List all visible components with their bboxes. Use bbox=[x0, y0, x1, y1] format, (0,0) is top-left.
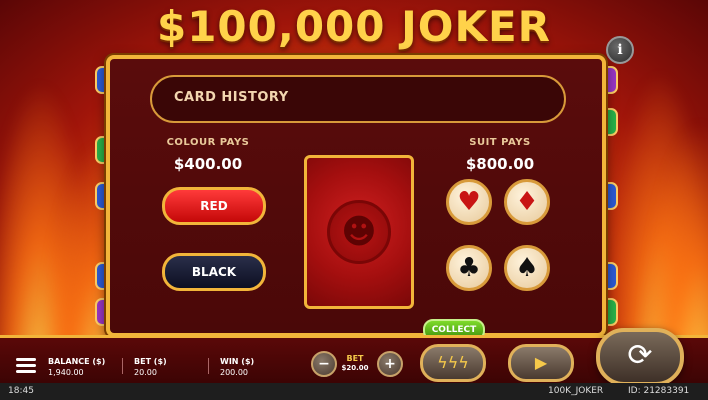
divider bbox=[208, 358, 209, 374]
status-bar: 18:45 100K_JOKER ID: 21283391 bbox=[0, 383, 708, 400]
game-code: 100K_JOKER bbox=[548, 386, 604, 396]
red-button[interactable]: RED bbox=[162, 187, 266, 225]
heart-button[interactable]: ♥ bbox=[446, 179, 492, 225]
face-down-card: ☻ bbox=[304, 155, 414, 309]
session-id: ID: 21283391 bbox=[628, 386, 690, 396]
bet-stepper-value: $20.00 bbox=[341, 364, 369, 372]
black-button[interactable]: BLACK bbox=[162, 253, 266, 291]
win-value: 200.00 bbox=[220, 368, 248, 377]
bet-label: BET ($) bbox=[134, 357, 167, 366]
gamble-panel: CARD HISTORY COLOUR PAYS $400.00 RED BLA… bbox=[106, 55, 606, 337]
info-button[interactable]: i bbox=[606, 36, 634, 64]
divider bbox=[122, 358, 123, 374]
spin-button[interactable]: ⟳ bbox=[596, 328, 684, 386]
card-history-label: CARD HISTORY bbox=[174, 90, 289, 105]
bet-value: 20.00 bbox=[134, 368, 157, 377]
joker-emblem-icon: ☻ bbox=[327, 200, 391, 264]
game-logo: $100,000 JOKER bbox=[0, 2, 708, 54]
autoplay-button[interactable]: ▶ bbox=[508, 344, 574, 382]
spade-button[interactable]: ♠ bbox=[504, 245, 550, 291]
suit-pays-title: SUIT PAYS bbox=[469, 137, 531, 148]
clock: 18:45 bbox=[8, 386, 34, 396]
card-history-bar: CARD HISTORY bbox=[150, 75, 566, 123]
balance-value: 1,940.00 bbox=[48, 368, 84, 377]
bet-increase-button[interactable]: + bbox=[377, 351, 403, 377]
club-button[interactable]: ♣ bbox=[446, 245, 492, 291]
game-title: $100,000 JOKER bbox=[156, 2, 552, 51]
hamburger-menu-icon[interactable] bbox=[16, 358, 36, 373]
bet-stat: BET ($) 20.00 bbox=[134, 356, 167, 378]
bet-stepper-label: BET bbox=[346, 354, 364, 363]
diamond-button[interactable]: ♦ bbox=[504, 179, 550, 225]
colour-pays-title: COLOUR PAYS bbox=[166, 137, 250, 148]
balance-stat: BALANCE ($) 1,940.00 bbox=[48, 356, 105, 378]
colour-pays-amount: $400.00 bbox=[173, 155, 243, 173]
turbo-button[interactable]: ϟϟϟ bbox=[420, 344, 486, 382]
win-stat: WIN ($) 200.00 bbox=[220, 356, 254, 378]
win-label: WIN ($) bbox=[220, 357, 255, 366]
balance-label: BALANCE ($) bbox=[48, 357, 106, 366]
bet-decrease-button[interactable]: − bbox=[311, 351, 337, 377]
suit-pays-amount: $800.00 bbox=[465, 155, 535, 173]
